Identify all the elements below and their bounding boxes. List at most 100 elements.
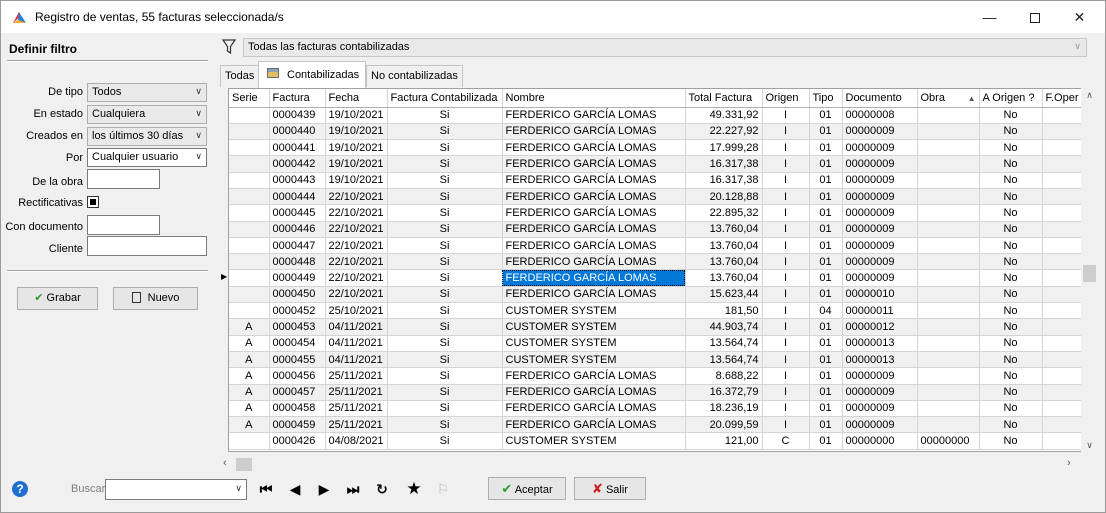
horizontal-scroll-thumb[interactable] bbox=[236, 458, 252, 471]
cell-tipo[interactable]: 01 bbox=[809, 384, 843, 401]
cell-f-oper[interactable] bbox=[1042, 172, 1084, 189]
cell-fecha[interactable]: 19/10/2021 bbox=[325, 139, 388, 157]
tab-no-contabilizadas[interactable]: No contabilizadas bbox=[366, 65, 463, 87]
cell-tipo[interactable]: 01 bbox=[809, 367, 843, 385]
cell-serie[interactable] bbox=[229, 155, 270, 173]
cell-obra[interactable] bbox=[917, 237, 980, 255]
cell-a-origen[interactable]: No bbox=[979, 155, 1043, 173]
filter-select[interactable]: Todas las facturas contabilizadas ∨ bbox=[243, 38, 1087, 57]
search-input[interactable]: ∨ bbox=[105, 479, 247, 500]
cell-a-origen[interactable]: No bbox=[979, 351, 1043, 369]
cell-documento[interactable]: 00000009 bbox=[842, 221, 918, 238]
cell-documento[interactable]: 00000013 bbox=[842, 351, 918, 369]
cell-origen[interactable]: I bbox=[762, 367, 810, 385]
cell-contabilizada[interactable]: Si bbox=[387, 302, 503, 320]
cell-fecha[interactable]: 19/10/2021 bbox=[325, 123, 388, 141]
cell-documento[interactable]: 00000010 bbox=[842, 286, 918, 304]
cell-f-oper[interactable] bbox=[1042, 204, 1084, 222]
cell-factura[interactable]: 0000456 bbox=[269, 367, 326, 385]
cell-origen[interactable]: I bbox=[762, 172, 810, 189]
refresh-button[interactable]: ↻ bbox=[371, 478, 393, 500]
cell-contabilizada[interactable]: Si bbox=[387, 286, 503, 304]
table-row[interactable]: 0000452 25/10/2021 Si CUSTOMER SYSTEM 181,50… bbox=[229, 302, 1084, 320]
cell-nombre[interactable]: FERDERICO GARCÍA LOMAS bbox=[502, 204, 686, 222]
cell-factura[interactable]: 0000442 bbox=[269, 155, 326, 173]
nuevo-button[interactable]: Nuevo bbox=[113, 287, 198, 310]
first-record-button[interactable]: ⏮ bbox=[255, 478, 277, 500]
por-select[interactable]: Cualquier usuario ∨ bbox=[87, 148, 207, 167]
cell-obra[interactable] bbox=[917, 172, 980, 189]
cell-origen[interactable]: I bbox=[762, 335, 810, 352]
cell-fecha[interactable]: 25/11/2021 bbox=[325, 367, 388, 385]
cell-a-origen[interactable]: No bbox=[979, 286, 1043, 304]
cell-obra[interactable] bbox=[917, 335, 980, 352]
cell-fecha[interactable]: 04/08/2021 bbox=[325, 432, 388, 450]
cell-f-oper[interactable] bbox=[1042, 107, 1084, 124]
cell-f-oper[interactable] bbox=[1042, 416, 1084, 434]
cell-factura[interactable]: 0000440 bbox=[269, 123, 326, 141]
tab-todas[interactable]: Todas bbox=[220, 65, 260, 87]
cell-contabilizada[interactable]: Si bbox=[387, 237, 503, 255]
cell-documento[interactable]: 00000012 bbox=[842, 318, 918, 336]
cell-factura[interactable]: 0000445 bbox=[269, 204, 326, 222]
table-row[interactable]: 0000443 19/10/2021 Si FERDERICO GARCÍA LOMA… bbox=[229, 172, 1084, 189]
cell-total[interactable]: 20.128,88 bbox=[685, 188, 763, 206]
col-fecha[interactable]: Fecha bbox=[325, 89, 388, 108]
cell-a-origen[interactable]: No bbox=[979, 269, 1043, 287]
cell-contabilizada[interactable]: Si bbox=[387, 269, 503, 287]
cell-nombre[interactable]: FERDERICO GARCÍA LOMAS bbox=[502, 253, 686, 271]
cell-origen[interactable]: C bbox=[762, 432, 810, 450]
cell-origen[interactable]: I bbox=[762, 351, 810, 369]
cell-documento[interactable]: 00000011 bbox=[842, 302, 918, 320]
cell-origen[interactable]: I bbox=[762, 107, 810, 124]
cell-a-origen[interactable]: No bbox=[979, 253, 1043, 271]
maximize-button[interactable] bbox=[1012, 1, 1057, 33]
cell-serie[interactable]: A bbox=[229, 335, 270, 352]
cell-tipo[interactable]: 01 bbox=[809, 237, 843, 255]
cell-factura[interactable]: 0000443 bbox=[269, 172, 326, 189]
cell-origen[interactable]: I bbox=[762, 253, 810, 271]
cell-nombre[interactable]: CUSTOMER SYSTEM bbox=[502, 318, 686, 336]
cell-tipo[interactable]: 01 bbox=[809, 204, 843, 222]
cell-factura[interactable]: 0000450 bbox=[269, 286, 326, 304]
cell-total[interactable]: 22.227,92 bbox=[685, 123, 763, 141]
vertical-scroll-thumb[interactable] bbox=[1083, 265, 1096, 282]
help-icon[interactable]: ? bbox=[12, 481, 28, 497]
cell-tipo[interactable]: 01 bbox=[809, 123, 843, 141]
cell-a-origen[interactable]: No bbox=[979, 107, 1043, 124]
cell-serie[interactable] bbox=[229, 269, 270, 287]
cell-factura[interactable]: 0000458 bbox=[269, 400, 326, 418]
table-row[interactable]: 0000448 22/10/2021 Si FERDERICO GARCÍA LOMA… bbox=[229, 253, 1084, 271]
cell-a-origen[interactable]: No bbox=[979, 302, 1043, 320]
cell-factura[interactable]: 0000459 bbox=[269, 416, 326, 434]
grabar-button[interactable]: ✔ Grabar bbox=[17, 287, 98, 310]
cell-factura[interactable]: 0000457 bbox=[269, 384, 326, 401]
cell-serie[interactable] bbox=[229, 139, 270, 157]
cell-obra[interactable] bbox=[917, 302, 980, 320]
col-documento[interactable]: Documento bbox=[842, 89, 918, 108]
cell-f-oper[interactable] bbox=[1042, 139, 1084, 157]
cell-contabilizada[interactable]: Si bbox=[387, 139, 503, 157]
col-contabilizada[interactable]: Factura Contabilizada bbox=[387, 89, 503, 108]
cell-factura[interactable]: 0000454 bbox=[269, 335, 326, 352]
cell-serie[interactable] bbox=[229, 432, 270, 450]
horizontal-scrollbar[interactable]: ‹ › bbox=[219, 456, 1081, 473]
cell-origen[interactable]: I bbox=[762, 155, 810, 173]
cell-f-oper[interactable] bbox=[1042, 384, 1084, 401]
cell-origen[interactable]: I bbox=[762, 221, 810, 238]
cell-total[interactable]: 13.564,74 bbox=[685, 335, 763, 352]
cell-obra[interactable] bbox=[917, 221, 980, 238]
cell-f-oper[interactable] bbox=[1042, 351, 1084, 369]
cell-total[interactable]: 181,50 bbox=[685, 302, 763, 320]
cell-fecha[interactable]: 19/10/2021 bbox=[325, 172, 388, 189]
cell-contabilizada[interactable]: Si bbox=[387, 432, 503, 450]
last-record-button[interactable]: ⏭ bbox=[342, 478, 364, 500]
cell-documento[interactable]: 00000009 bbox=[842, 172, 918, 189]
cell-factura[interactable]: 0000426 bbox=[269, 432, 326, 450]
cell-serie[interactable]: A bbox=[229, 400, 270, 418]
cell-obra[interactable] bbox=[917, 400, 980, 418]
cell-f-oper[interactable] bbox=[1042, 123, 1084, 141]
cell-f-oper[interactable] bbox=[1042, 400, 1084, 418]
cell-tipo[interactable]: 01 bbox=[809, 400, 843, 418]
col-serie[interactable]: Serie bbox=[229, 89, 270, 108]
